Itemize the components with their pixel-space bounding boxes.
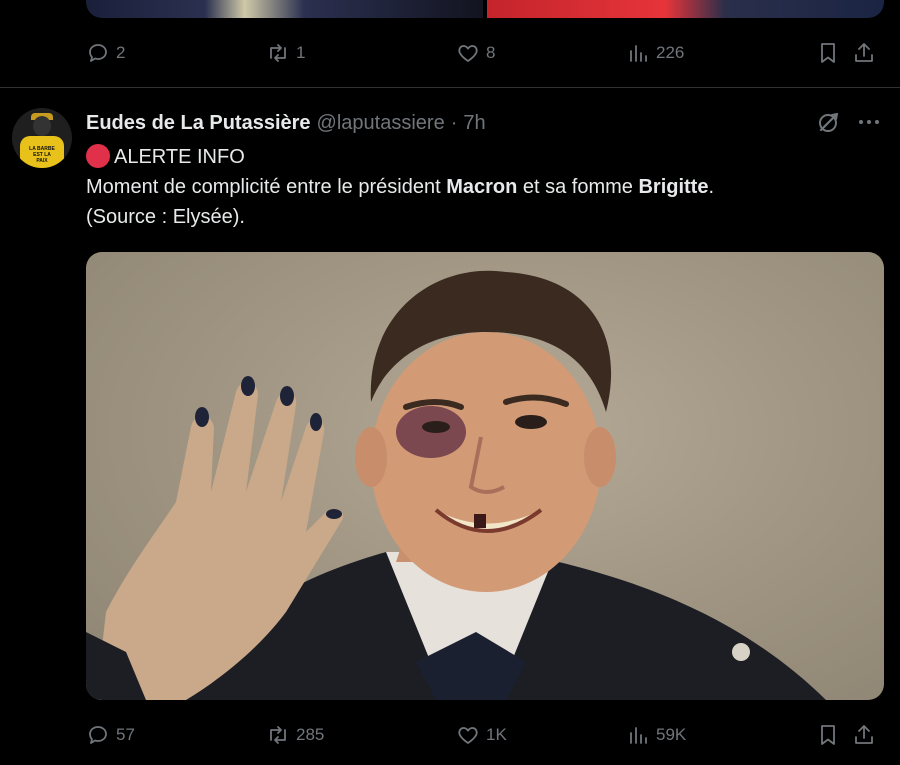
like-count: 1K bbox=[486, 725, 507, 744]
like-count: 8 bbox=[486, 43, 496, 62]
bookmark-button[interactable] bbox=[816, 723, 852, 747]
previous-media-image-left[interactable] bbox=[86, 0, 483, 18]
tweet-media-image[interactable] bbox=[86, 252, 884, 700]
tweet-header: Eudes de La Putassière @laputassiere · 7… bbox=[86, 109, 486, 137]
previous-tweet-media[interactable] bbox=[86, 0, 884, 18]
alert-label: ALERTE INFO bbox=[114, 146, 245, 168]
views-icon bbox=[630, 727, 647, 744]
tweet-actions: 57 285 1K 59K bbox=[86, 720, 886, 750]
share-icon bbox=[855, 43, 873, 62]
views-icon bbox=[630, 45, 647, 62]
bookmark-icon bbox=[821, 725, 835, 745]
repost-button[interactable]: 285 bbox=[266, 723, 456, 747]
like-button[interactable]: 1K bbox=[456, 723, 626, 747]
author-name[interactable]: Eudes de La Putassière bbox=[86, 112, 311, 135]
reply-icon bbox=[89, 726, 107, 744]
tweet-line-3: (Source : Elysée). bbox=[86, 206, 245, 228]
bookmark-button[interactable] bbox=[816, 41, 852, 65]
tweet-divider bbox=[0, 87, 900, 88]
repost-icon bbox=[270, 726, 286, 744]
tweet-text-part: Moment de complicité entre le président bbox=[86, 176, 447, 198]
like-button[interactable]: 8 bbox=[456, 41, 626, 65]
tweet-text-part: . bbox=[708, 176, 715, 198]
previous-media-image-right[interactable] bbox=[487, 0, 884, 18]
more-icon[interactable] bbox=[855, 108, 883, 136]
share-icon bbox=[855, 725, 873, 744]
author-avatar[interactable]: LA BARBE EST LA PAIX bbox=[12, 108, 72, 168]
avatar-text: LA BARBE EST LA PAIX bbox=[29, 146, 55, 164]
grok-icon[interactable] bbox=[815, 108, 843, 136]
reply-button[interactable]: 57 bbox=[86, 723, 266, 747]
reply-icon bbox=[89, 44, 107, 62]
tweet-text: ALERTE INFO Moment de complicité entre l… bbox=[86, 142, 876, 232]
mention-macron: Macron bbox=[446, 176, 518, 198]
reply-count: 2 bbox=[116, 43, 126, 62]
tweet-line-1: ALERTE INFO bbox=[86, 142, 876, 172]
avatar-head bbox=[33, 116, 51, 136]
repost-icon bbox=[270, 44, 286, 62]
mention-brigitte: Brigitte bbox=[638, 176, 709, 198]
views-button[interactable]: 59K bbox=[626, 723, 816, 747]
share-button[interactable] bbox=[852, 41, 882, 65]
red-circle-icon bbox=[86, 144, 110, 168]
views-count: 226 bbox=[656, 43, 685, 62]
author-handle[interactable]: @laputassiere bbox=[317, 112, 445, 135]
share-button[interactable] bbox=[852, 723, 882, 747]
heart-icon bbox=[458, 45, 478, 62]
bookmark-icon bbox=[821, 43, 835, 63]
views-count: 59K bbox=[656, 725, 687, 744]
reply-count: 57 bbox=[116, 725, 135, 744]
tweet-text-part: et sa fomme bbox=[517, 176, 639, 198]
media-illustration bbox=[86, 270, 826, 700]
reply-button[interactable]: 2 bbox=[86, 41, 266, 65]
repost-button[interactable]: 1 bbox=[266, 41, 456, 65]
views-button[interactable]: 226 bbox=[626, 41, 816, 65]
previous-tweet-actions: 2 1 8 226 bbox=[86, 38, 886, 68]
repost-count: 285 bbox=[296, 725, 325, 744]
header-separator: · bbox=[450, 111, 458, 134]
tweet-line-2: Moment de complicité entre le président … bbox=[86, 172, 876, 202]
repost-count: 1 bbox=[296, 43, 306, 62]
tweet-time[interactable]: 7h bbox=[463, 112, 485, 135]
heart-icon bbox=[458, 727, 478, 744]
